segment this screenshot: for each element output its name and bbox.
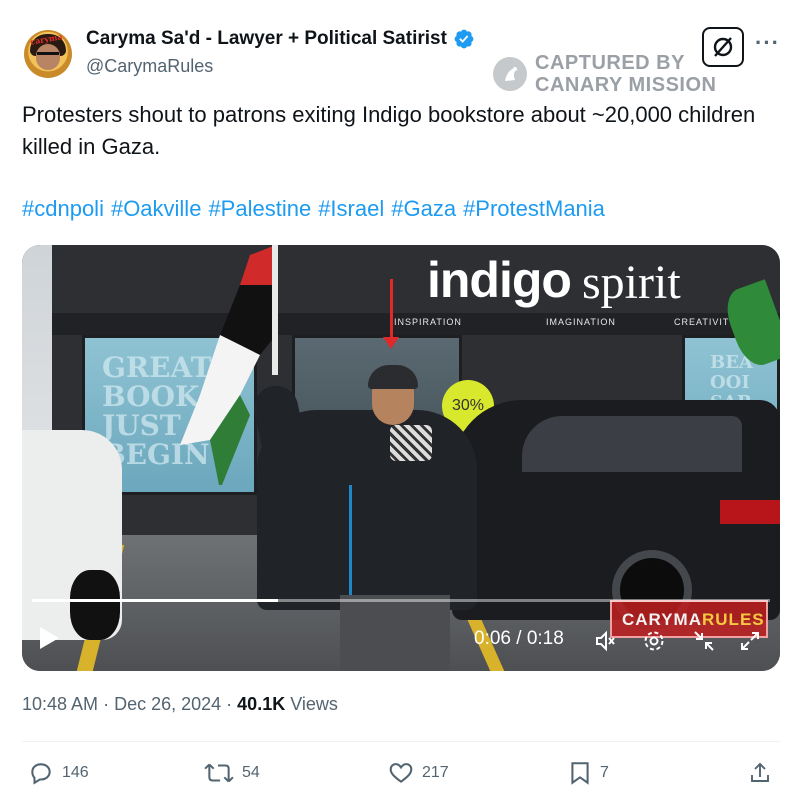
more-icon[interactable]: ··· (755, 30, 780, 56)
author-handle[interactable]: @CarymaRules (86, 56, 213, 77)
meta-separator: · (226, 694, 238, 714)
channel-logo-part-2: RULES (702, 610, 765, 629)
volume-icon[interactable] (594, 629, 618, 653)
bird-logo-icon (493, 57, 527, 91)
suv-window (522, 416, 742, 472)
repost-count: 54 (242, 764, 260, 781)
tweet-text: Protesters shout to patrons exiting Indi… (22, 102, 756, 159)
author-name-row[interactable]: Caryma Sa'd - Lawyer + Political Satiris… (86, 28, 475, 50)
protester-legs (340, 595, 450, 671)
watermark-line-2: CANARY MISSION (535, 74, 717, 96)
author-name[interactable]: Caryma Sa'd - Lawyer + Political Satiris… (86, 28, 447, 50)
tweet-date[interactable]: Dec 26, 2024 (114, 694, 221, 714)
views-label: Views (290, 694, 338, 714)
hashtag-link[interactable]: #Palestine (208, 196, 311, 222)
hashtag-link[interactable]: #Israel (318, 196, 384, 222)
store-sign-spirit: spirit (582, 256, 681, 309)
video-progress-bar[interactable] (32, 599, 770, 602)
canary-mission-watermark: CAPTURED BY CANARY MISSION (493, 52, 716, 96)
tweet-meta: 10:48 AM · Dec 26, 2024 · 40.1K Views (22, 694, 338, 715)
car-wheel (70, 570, 120, 640)
channel-logo-part-1: CARYMA (622, 610, 702, 629)
reply-icon (31, 763, 51, 785)
red-arrow-annotation (390, 279, 393, 343)
hashtag-list: #cdnpoli #Oakville #Palestine #Israel #G… (22, 196, 605, 222)
share-icon (751, 762, 769, 782)
watermark-line-1: CAPTURED BY (535, 52, 685, 74)
minimize-icon[interactable] (692, 629, 716, 653)
divider (22, 741, 780, 742)
reply-button[interactable]: 146 (28, 760, 89, 786)
meta-separator: · (103, 694, 115, 714)
reply-count: 146 (62, 764, 89, 781)
repost-button[interactable]: 54 (204, 760, 260, 786)
store-sign-indigo: indigo (427, 252, 572, 308)
hashtag-link[interactable]: #cdnpoli (22, 196, 104, 222)
lintel-word: CREATIVITY (674, 317, 737, 327)
settings-icon[interactable] (642, 629, 666, 653)
black-suv (452, 400, 780, 630)
hashtag-link[interactable]: #Gaza (391, 196, 456, 222)
avatar-glasses (37, 52, 59, 58)
views-count: 40.1K (237, 694, 286, 714)
video-timecode: 0:06 / 0:18 (474, 628, 564, 649)
bookmark-icon (571, 762, 589, 785)
like-icon (389, 763, 413, 783)
share-button[interactable] (748, 760, 772, 786)
fullscreen-icon[interactable] (738, 629, 762, 653)
hashtag-link[interactable]: #ProtestMania (463, 196, 605, 222)
lintel-word: IMAGINATION (546, 317, 616, 327)
flag-pole (272, 245, 278, 375)
lintel-word: INSPIRATION (394, 317, 462, 327)
bookmark-count: 7 (600, 764, 609, 781)
avatar[interactable]: caryma (24, 30, 72, 78)
keffiyeh-scarf (390, 425, 432, 461)
protester-jacket (257, 410, 477, 610)
grok-button[interactable] (702, 27, 744, 67)
video-player[interactable]: indigo spirit INSPIRATION IMAGINATION CR… (22, 245, 780, 671)
tweet-time[interactable]: 10:48 AM (22, 694, 98, 714)
play-icon[interactable] (40, 627, 59, 649)
like-count: 217 (422, 764, 449, 781)
red-arrow-head (383, 337, 399, 349)
suv-taillight (720, 500, 780, 524)
jacket-zipper (349, 485, 352, 605)
like-button[interactable]: 217 (388, 760, 449, 786)
bookmark-button[interactable]: 7 (568, 760, 609, 786)
hashtag-link[interactable]: #Oakville (111, 196, 201, 222)
verified-badge-icon (454, 29, 474, 49)
video-progress-fill (32, 599, 278, 602)
repost-icon (204, 763, 234, 783)
grok-icon (713, 37, 733, 57)
white-car (22, 430, 122, 640)
